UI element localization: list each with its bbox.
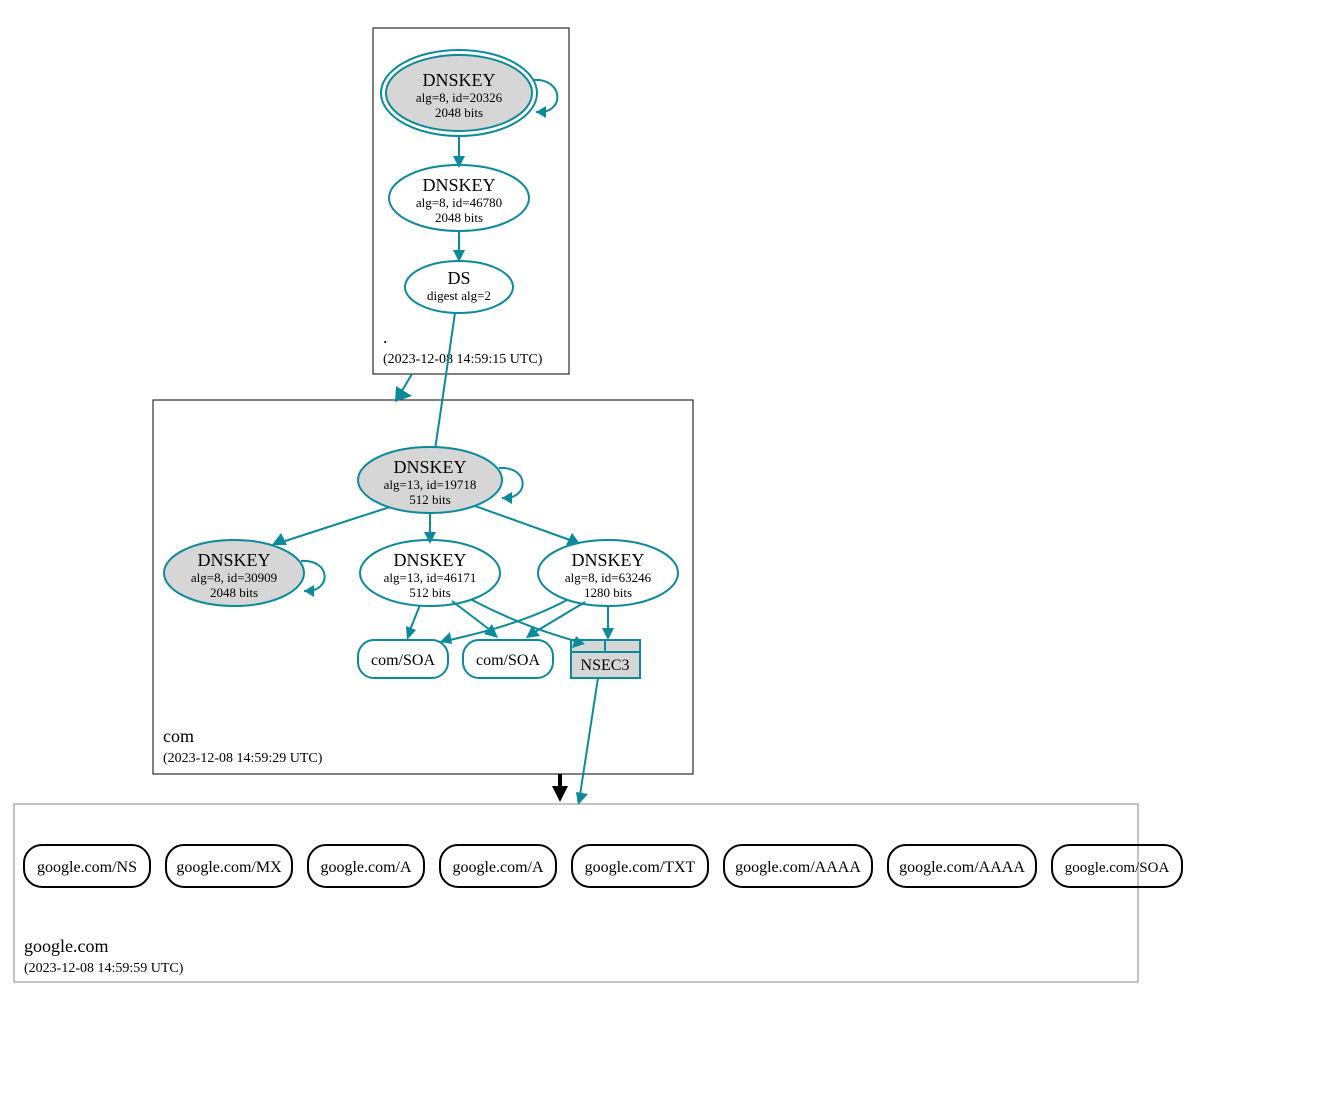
svg-text:google.com/AAAA: google.com/AAAA: [735, 859, 861, 876]
node-com-key-30909: DNSKEY alg=8, id=30909 2048 bits: [164, 540, 304, 606]
node-com-soa-1: com/SOA: [358, 640, 448, 678]
node-com-ksk: DNSKEY alg=13, id=19718 512 bits: [358, 447, 502, 513]
zone-com-label: com: [163, 726, 194, 746]
zone-root-timestamp: (2023-12-08 14:59:15 UTC): [383, 352, 543, 367]
svg-text:alg=13, id=46171: alg=13, id=46171: [384, 570, 477, 585]
node-google-ns: google.com/NS: [24, 845, 150, 887]
svg-text:DNSKEY: DNSKEY: [571, 550, 644, 570]
svg-text:com/SOA: com/SOA: [476, 652, 540, 669]
svg-text:2048 bits: 2048 bits: [210, 585, 258, 600]
svg-text:DNSKEY: DNSKEY: [422, 70, 495, 90]
node-google-aaaa-1: google.com/AAAA: [724, 845, 872, 887]
node-google-soa: google.com/SOA: [1052, 845, 1182, 887]
svg-text:DNSKEY: DNSKEY: [393, 550, 466, 570]
node-root-ds: DS digest alg=2: [405, 261, 513, 313]
node-google-txt: google.com/TXT: [572, 845, 708, 887]
node-google-a-2: google.com/A: [440, 845, 556, 887]
node-com-soa-2: com/SOA: [463, 640, 553, 678]
svg-text:DS: DS: [447, 268, 470, 288]
svg-text:alg=8, id=46780: alg=8, id=46780: [416, 195, 502, 210]
svg-text:google.com/SOA: google.com/SOA: [1065, 860, 1170, 876]
svg-text:google.com/A: google.com/A: [452, 859, 544, 876]
node-com-key-63246: DNSKEY alg=8, id=63246 1280 bits: [538, 540, 678, 606]
svg-text:DNSKEY: DNSKEY: [393, 457, 466, 477]
node-google-mx: google.com/MX: [166, 845, 292, 887]
svg-text:google.com/AAAA: google.com/AAAA: [899, 859, 1025, 876]
svg-text:2048 bits: 2048 bits: [435, 105, 483, 120]
svg-text:alg=8, id=30909: alg=8, id=30909: [191, 570, 277, 585]
dnssec-diagram: . (2023-12-08 14:59:15 UTC) DNSKEY alg=8…: [0, 0, 1317, 1094]
svg-text:DNSKEY: DNSKEY: [422, 175, 495, 195]
svg-text:google.com/MX: google.com/MX: [176, 859, 282, 876]
svg-text:google.com/TXT: google.com/TXT: [585, 859, 696, 876]
node-root-ksk: DNSKEY alg=8, id=20326 2048 bits: [381, 50, 537, 136]
svg-text:google.com/A: google.com/A: [320, 859, 412, 876]
zone-google-timestamp: (2023-12-08 14:59:59 UTC): [24, 961, 184, 976]
svg-text:digest alg=2: digest alg=2: [427, 288, 491, 303]
node-google-a-1: google.com/A: [308, 845, 424, 887]
svg-text:alg=8, id=63246: alg=8, id=63246: [565, 570, 652, 585]
node-root-zsk: DNSKEY alg=8, id=46780 2048 bits: [389, 165, 529, 231]
node-com-key-46171: DNSKEY alg=13, id=46171 512 bits: [360, 540, 500, 606]
svg-text:1280 bits: 1280 bits: [584, 585, 632, 600]
svg-text:alg=8, id=20326: alg=8, id=20326: [416, 90, 503, 105]
zone-com-timestamp: (2023-12-08 14:59:29 UTC): [163, 751, 323, 766]
svg-text:google.com/NS: google.com/NS: [37, 859, 137, 876]
svg-text:512 bits: 512 bits: [409, 492, 451, 507]
svg-text:com/SOA: com/SOA: [371, 652, 435, 669]
node-nsec3: NSEC3: [571, 640, 640, 678]
zone-root-label: .: [383, 327, 388, 347]
svg-text:NSEC3: NSEC3: [581, 657, 630, 674]
svg-text:alg=13, id=19718: alg=13, id=19718: [384, 477, 477, 492]
node-google-aaaa-2: google.com/AAAA: [888, 845, 1036, 887]
svg-text:512 bits: 512 bits: [409, 585, 451, 600]
svg-text:DNSKEY: DNSKEY: [197, 550, 270, 570]
zone-google: google.com (2023-12-08 14:59:59 UTC): [14, 804, 1138, 982]
zone-google-label: google.com: [24, 936, 108, 956]
svg-text:2048 bits: 2048 bits: [435, 210, 483, 225]
